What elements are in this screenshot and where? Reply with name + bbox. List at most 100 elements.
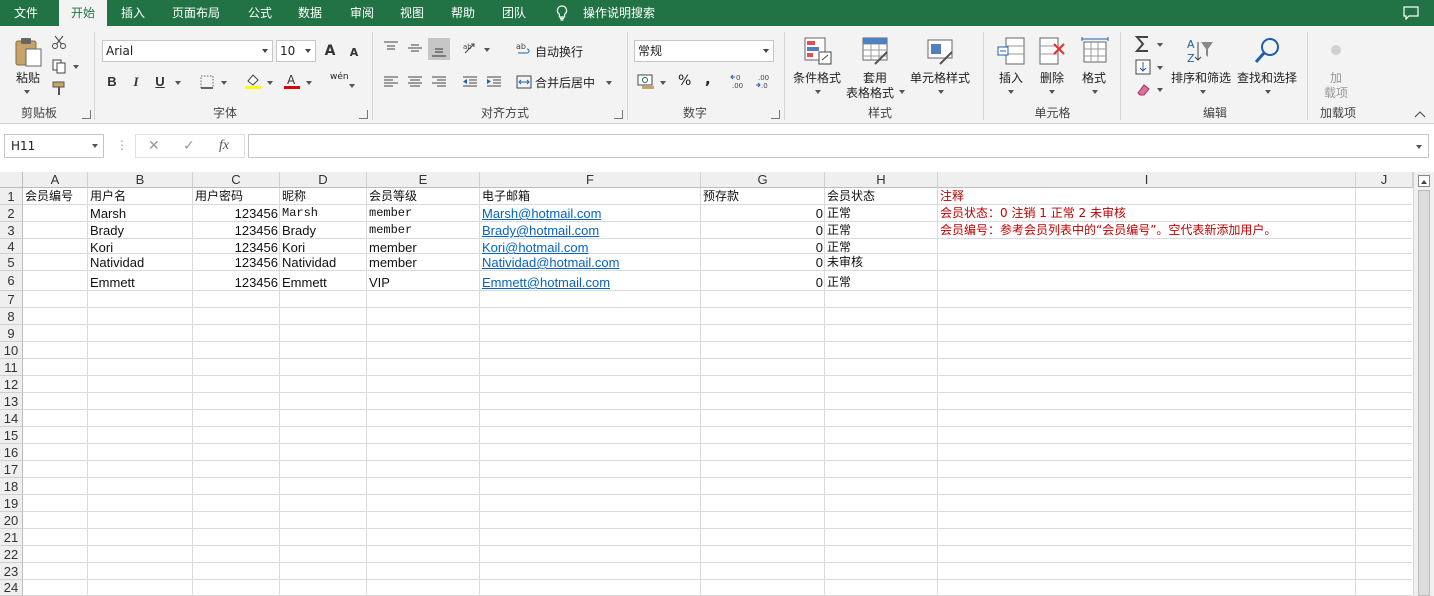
decrease-indent-icon[interactable] xyxy=(461,74,479,90)
formula-input[interactable] xyxy=(248,134,1429,158)
cell-i3[interactable]: 会员编号：参考会员列表中的“会员编号”。空代表新添加用户。 xyxy=(938,222,1412,239)
find-select-icon[interactable] xyxy=(1252,36,1282,66)
cell-b2[interactable]: Marsh xyxy=(88,205,193,222)
font-launcher-icon[interactable] xyxy=(359,110,368,119)
cell-b3[interactable]: Brady xyxy=(88,222,193,239)
chevron-down-icon[interactable] xyxy=(92,144,98,148)
merge-center-button[interactable]: 合并后居中 xyxy=(535,74,595,91)
insert-function-icon[interactable]: fx xyxy=(219,138,229,154)
clear-icon[interactable] xyxy=(1135,81,1151,97)
wrap-text-icon[interactable]: ab xyxy=(516,41,532,57)
row-header-1[interactable]: 1 xyxy=(0,188,23,205)
tab-file[interactable]: 文件 xyxy=(14,0,38,26)
cell-d5[interactable]: Natividad xyxy=(280,254,367,271)
vertical-scrollbar[interactable] xyxy=(1413,172,1434,596)
align-right-icon[interactable] xyxy=(430,74,448,90)
delete-dropdown-icon[interactable] xyxy=(1049,90,1055,94)
table-format-dropdown-icon[interactable] xyxy=(899,90,905,94)
cell-c3[interactable]: 123456 xyxy=(193,222,280,239)
cell-c1[interactable]: 用户密码 xyxy=(193,188,280,205)
align-center-icon[interactable] xyxy=(406,74,424,90)
format-cells-icon[interactable] xyxy=(1080,36,1110,66)
cell-d1[interactable]: 昵称 xyxy=(280,188,367,205)
conditional-dropdown-icon[interactable] xyxy=(815,90,821,94)
name-box[interactable]: H11 xyxy=(4,134,104,158)
italic-button[interactable]: I xyxy=(128,74,144,90)
row-header-8[interactable]: 8 xyxy=(0,308,23,325)
column-header-f[interactable]: F xyxy=(480,172,701,188)
percent-style-button[interactable]: % xyxy=(678,73,691,89)
cell-h3[interactable]: 正常 xyxy=(825,222,938,239)
row-header-13[interactable]: 13 xyxy=(0,393,23,410)
cell-styles-button[interactable]: 单元格样式 xyxy=(910,69,970,86)
row-header-22[interactable]: 22 xyxy=(0,546,23,563)
tell-me-search[interactable]: 操作说明搜索 xyxy=(583,0,655,26)
borders-icon[interactable] xyxy=(199,74,215,90)
row-header-18[interactable]: 18 xyxy=(0,478,23,495)
phonetic-dropdown-icon[interactable] xyxy=(349,84,355,88)
row-header-7[interactable]: 7 xyxy=(0,291,23,308)
sort-filter-dropdown-icon[interactable] xyxy=(1200,90,1206,94)
cell-h5[interactable]: 未审核 xyxy=(825,254,938,271)
row-header-12[interactable]: 12 xyxy=(0,376,23,393)
format-dropdown-icon[interactable] xyxy=(1092,90,1098,94)
autosum-dropdown-icon[interactable] xyxy=(1157,43,1163,47)
format-painter-icon[interactable] xyxy=(51,80,67,96)
font-color-icon[interactable]: A xyxy=(283,72,301,90)
shrink-font-button[interactable]: A xyxy=(346,45,362,61)
cell-f2[interactable]: Marsh@hotmail.com xyxy=(480,205,701,222)
alignment-launcher-icon[interactable] xyxy=(614,110,623,119)
underline-button[interactable]: U xyxy=(152,74,168,90)
merge-dropdown-icon[interactable] xyxy=(606,81,612,85)
cell-styles-dropdown-icon[interactable] xyxy=(938,90,944,94)
comma-style-button[interactable]: , xyxy=(705,70,711,88)
worksheet-grid[interactable]: A B C D E F G H I J 1 2 3 4 5 6 7 8 9 10 11 12 13 14 1… xyxy=(0,172,1434,596)
phonetic-guide-button[interactable]: wén xyxy=(330,72,349,82)
row-header-24[interactable]: 24 xyxy=(0,580,23,596)
column-header-d[interactable]: D xyxy=(280,172,367,188)
row-header-16[interactable]: 16 xyxy=(0,444,23,461)
cell-g3[interactable]: 0 xyxy=(701,222,825,239)
tab-data[interactable]: 数据 xyxy=(298,0,322,26)
tab-home[interactable]: 开始 xyxy=(59,0,108,26)
column-header-c[interactable]: C xyxy=(193,172,280,188)
accounting-dropdown-icon[interactable] xyxy=(660,81,666,85)
conditional-formatting-icon[interactable] xyxy=(803,36,833,66)
cut-icon[interactable] xyxy=(51,34,67,50)
row-header-21[interactable]: 21 xyxy=(0,529,23,546)
insert-cells-icon[interactable] xyxy=(996,36,1026,66)
cell-e3[interactable]: member xyxy=(367,222,480,239)
paste-icon[interactable] xyxy=(13,36,45,68)
row-header-10[interactable]: 10 xyxy=(0,342,23,359)
cell-g5[interactable]: 0 xyxy=(701,254,825,271)
find-select-button[interactable]: 查找和选择 xyxy=(1237,69,1297,86)
autosum-icon[interactable] xyxy=(1133,34,1153,54)
row-header-15[interactable]: 15 xyxy=(0,427,23,444)
cell-c6[interactable]: 123456 xyxy=(193,274,280,291)
increase-indent-icon[interactable] xyxy=(485,74,503,90)
cell-h6[interactable]: 正常 xyxy=(825,274,938,291)
column-header-i[interactable]: I xyxy=(938,172,1356,188)
cell-g6[interactable]: 0 xyxy=(701,274,825,291)
cell-e1[interactable]: 会员等级 xyxy=(367,188,480,205)
format-as-table-icon[interactable] xyxy=(861,36,891,66)
font-name-select[interactable]: Arial xyxy=(102,40,273,62)
column-header-h[interactable]: H xyxy=(825,172,938,188)
conditional-format-button[interactable]: 条件格式 xyxy=(793,69,841,86)
align-middle-icon[interactable] xyxy=(406,40,424,56)
cell-i1[interactable]: 注释 xyxy=(938,188,1356,205)
orientation-dropdown-icon[interactable] xyxy=(484,48,490,52)
copy-icon[interactable] xyxy=(51,58,67,74)
scroll-thumb[interactable] xyxy=(1418,190,1430,596)
fill-color-dropdown-icon[interactable] xyxy=(267,81,273,85)
number-format-select[interactable]: 常规 xyxy=(634,40,774,62)
row-header-9[interactable]: 9 xyxy=(0,325,23,342)
row-header-4[interactable]: 4 xyxy=(0,239,23,254)
row-header-19[interactable]: 19 xyxy=(0,495,23,512)
insert-dropdown-icon[interactable] xyxy=(1008,90,1014,94)
cell-c5[interactable]: 123456 xyxy=(193,254,280,271)
tab-formulas[interactable]: 公式 xyxy=(248,0,272,26)
collapse-ribbon-icon[interactable] xyxy=(1414,110,1426,118)
row-header-2[interactable]: 2 xyxy=(0,205,23,222)
cell-e2[interactable]: member xyxy=(367,205,480,222)
